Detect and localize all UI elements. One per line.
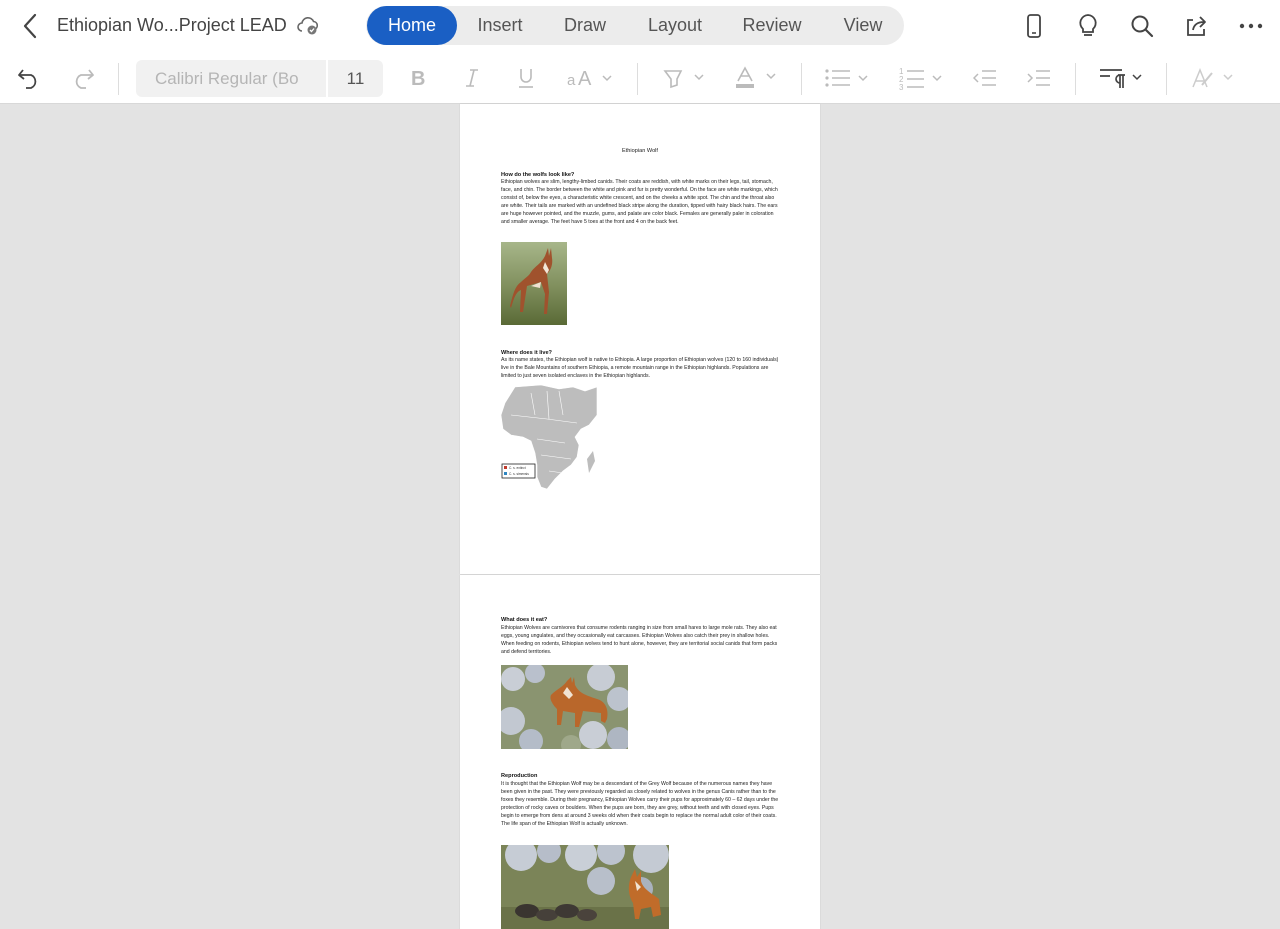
section-heading: What does it eat? (501, 617, 548, 623)
document-page-1[interactable]: Ethiopian Wolf How do the wolfs look lik… (460, 104, 820, 574)
tab-view[interactable]: View (826, 6, 900, 45)
decrease-indent-icon[interactable] (972, 64, 998, 92)
document-title[interactable]: Ethiopian Wo...Project LEAD (57, 15, 287, 36)
divider (1166, 63, 1167, 95)
divider (801, 63, 802, 95)
ribbon-tabs: Home Insert Draw Layout Review View (366, 6, 904, 45)
section-body: Ethiopian wolves are slim, lengthy-limbe… (501, 179, 778, 225)
mobile-view-icon[interactable] (1020, 12, 1048, 40)
paragraph-styles-icon[interactable] (1098, 64, 1144, 92)
lightbulb-icon[interactable] (1074, 12, 1102, 40)
font-case-icon[interactable]: aA (566, 64, 614, 92)
font-name-field[interactable]: Calibri Regular (Bo (136, 60, 326, 97)
map-legend-item: C. s. extinct (509, 466, 526, 470)
styles-pen-icon[interactable] (1190, 64, 1236, 92)
font-size-field[interactable]: 11 (328, 60, 383, 97)
numbered-list-icon[interactable]: 123 (898, 64, 944, 92)
undo-icon[interactable] (16, 64, 42, 92)
section-heading: How do the wolfs look like? (501, 172, 575, 178)
map-legend-item: C. s. simensis (509, 472, 529, 476)
tab-insert[interactable]: Insert (462, 6, 538, 45)
section-body: Ethiopian Wolves are carnivores that con… (501, 625, 778, 655)
tab-layout[interactable]: Layout (632, 6, 718, 45)
underline-icon[interactable] (514, 64, 538, 92)
section-heading: Where does it live? (501, 350, 552, 356)
document-page-2[interactable]: What does it eat? Ethiopian Wolves are c… (460, 575, 820, 929)
top-bar: Ethiopian Wo...Project LEAD Home Insert … (0, 0, 1280, 52)
section-body: As its name states, the Ethiopian wolf i… (501, 357, 779, 379)
home-ribbon: Calibri Regular (Bo 11 B aA 123 (0, 52, 1280, 104)
font-color-icon[interactable] (734, 64, 778, 92)
cloud-sync-icon[interactable] (296, 14, 320, 38)
svg-text:3: 3 (899, 83, 904, 90)
divider (1075, 63, 1076, 95)
bullet-list-icon[interactable] (824, 64, 870, 92)
africa-range-map[interactable]: C. s. extinct C. s. simensis (501, 385, 598, 491)
svg-text:B: B (411, 68, 425, 88)
search-icon[interactable] (1128, 12, 1156, 40)
wolf-standing-photo[interactable] (501, 242, 567, 325)
redo-icon[interactable] (70, 64, 96, 92)
section-heading: Reproduction (501, 773, 538, 779)
wolf-heather-photo[interactable] (501, 665, 628, 749)
increase-indent-icon[interactable] (1026, 64, 1052, 92)
svg-text:a: a (567, 72, 576, 88)
bold-icon[interactable]: B (406, 64, 430, 92)
italic-icon[interactable] (460, 64, 484, 92)
tab-review[interactable]: Review (728, 6, 816, 45)
divider (118, 63, 119, 95)
document-heading: Ethiopian Wolf (622, 148, 658, 154)
highlight-icon[interactable] (662, 64, 706, 92)
tab-draw[interactable]: Draw (546, 6, 624, 45)
section-body: It is thought that the Ethiopian Wolf ma… (501, 781, 779, 827)
divider (637, 63, 638, 95)
back-icon[interactable] (16, 12, 44, 40)
share-icon[interactable] (1183, 12, 1211, 40)
svg-text:A: A (578, 68, 592, 88)
wolf-pups-photo[interactable] (501, 845, 669, 929)
more-options-icon[interactable] (1237, 12, 1265, 40)
tab-home[interactable]: Home (367, 6, 457, 45)
